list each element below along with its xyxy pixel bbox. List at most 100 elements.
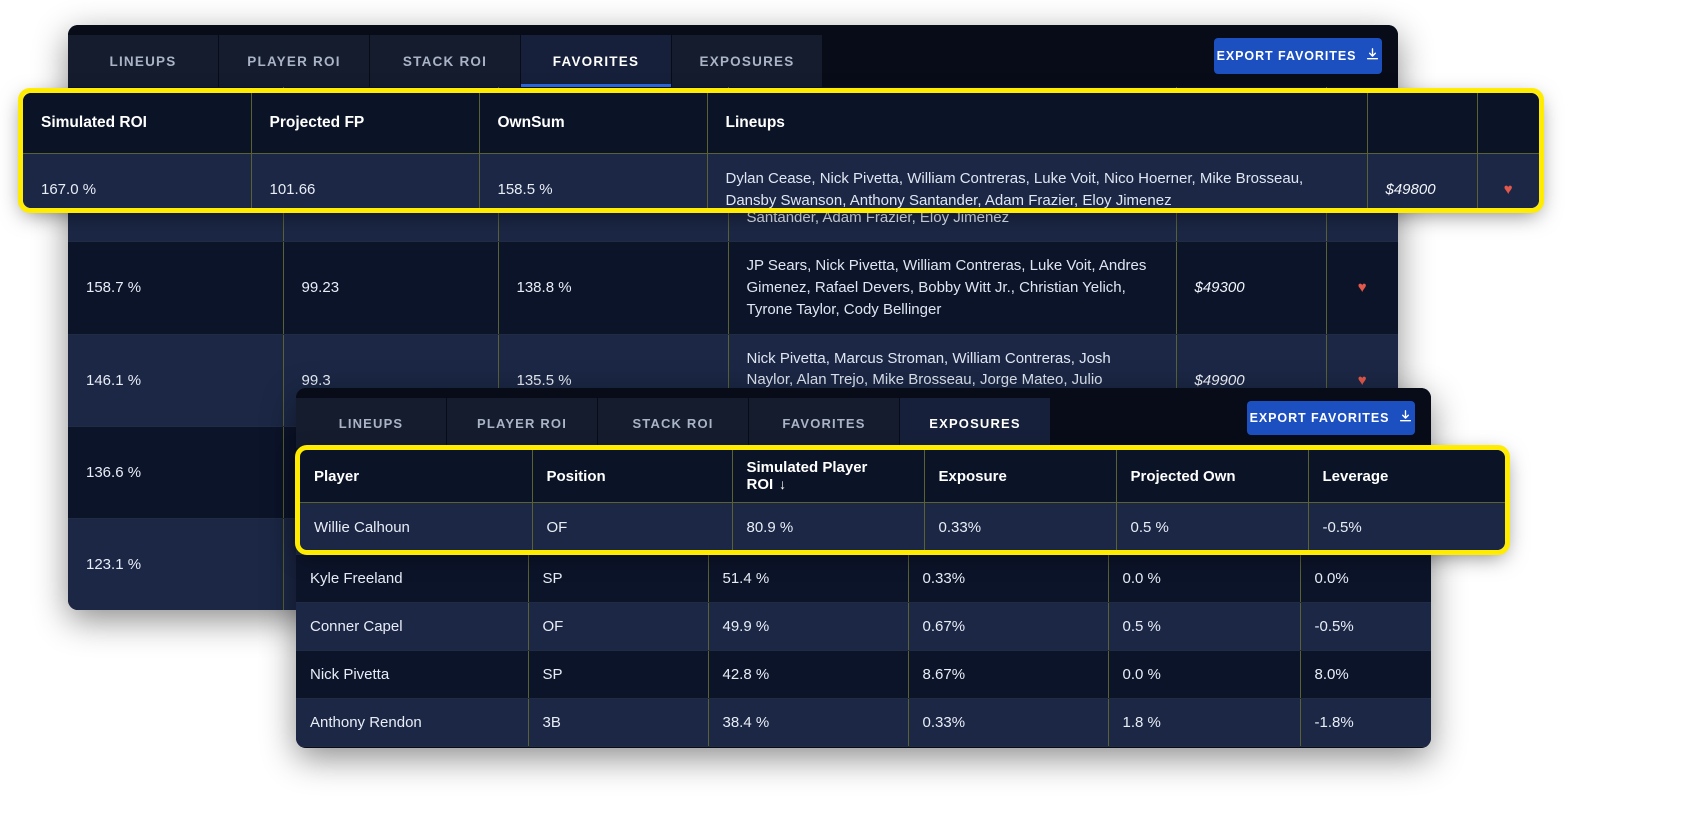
favorites-highlight-band: Simulated ROI Projected FP OwnSum Lineup…: [23, 93, 1539, 208]
cell-player: Willie Calhoun: [300, 502, 533, 550]
favorites-highlight-body: 167.0 % 101.66 158.5 % Dylan Cease, Nick…: [23, 153, 1539, 208]
column-header-ownsum[interactable]: OwnSum: [479, 93, 708, 154]
exposures-highlight-band: Player Position Simulated Player ROI ↓ Ex…: [300, 450, 1505, 550]
tab-label: LINEUPS: [109, 53, 177, 69]
exposures-header-row: Player Position Simulated Player ROI↓ Ex…: [300, 450, 1505, 503]
column-header-favorite: [1477, 93, 1539, 154]
column-header-lineups[interactable]: Lineups: [707, 93, 1368, 154]
cell-leverage: -1.8%: [1300, 698, 1431, 747]
cell-simulated-player-roi: 38.4 %: [708, 698, 909, 747]
tab-player-roi[interactable]: PLAYER ROI: [447, 398, 598, 448]
cell-player: Nick Pivetta: [296, 650, 529, 699]
exposures-tabbar: LINEUPS PLAYER ROI STACK ROI FAVORITES E…: [296, 388, 1431, 448]
cell-projected-own: 1.8 %: [1108, 698, 1301, 747]
cell-salary: $49800: [1367, 153, 1478, 208]
exposures-highlight-table: Player Position Simulated Player ROI ↓ Ex…: [300, 450, 1505, 550]
cell-position: OF: [532, 502, 733, 550]
cell-ownsum: 138.8 %: [498, 241, 729, 335]
cell-simulated-player-roi: 80.9 %: [732, 502, 925, 550]
cell-projected-fp: 99.23: [283, 241, 499, 335]
column-header-simulated-roi[interactable]: Simulated ROI: [23, 93, 252, 154]
cell-leverage: -0.5%: [1300, 602, 1431, 651]
cell-lineup: Dylan Cease, Nick Pivetta, William Contr…: [707, 153, 1368, 208]
column-header-player[interactable]: Player: [300, 450, 533, 503]
cell-exposure: 0.33%: [924, 502, 1117, 550]
cell-simulated-roi: 123.1 %: [68, 518, 284, 610]
column-header-exposure[interactable]: Exposure: [924, 450, 1117, 503]
cell-simulated-player-roi: 49.9 %: [708, 602, 909, 651]
cell-exposure: 0.33%: [908, 554, 1109, 603]
sort-descending-icon: ↓: [779, 476, 787, 492]
cell-position: OF: [528, 602, 709, 651]
download-icon: [1366, 48, 1379, 64]
cell-player: Kyle Freeland: [296, 554, 529, 603]
cell-exposure: 8.67%: [908, 650, 1109, 699]
cell-simulated-player-roi: 42.8 %: [708, 650, 909, 699]
favorite-heart-icon[interactable]: ♥: [1326, 241, 1398, 335]
exposures-highlight-body: Willie Calhoun OF 80.9 % 0.33% 0.5 % -0.…: [300, 502, 1505, 550]
column-header-projected-own[interactable]: Projected Own: [1116, 450, 1309, 503]
tab-stack-roi[interactable]: STACK ROI: [598, 398, 749, 448]
export-favorites-button[interactable]: EXPORT FAVORITES: [1214, 38, 1382, 74]
table-row[interactable]: Conner Capel OF 49.9 % 0.67% 0.5 % -0.5%: [296, 602, 1431, 651]
cell-leverage: -0.5%: [1308, 502, 1505, 550]
tab-label: PLAYER ROI: [247, 53, 341, 69]
download-icon: [1399, 410, 1412, 426]
export-favorites-button[interactable]: EXPORT FAVORITES: [1247, 401, 1415, 435]
favorite-heart-icon[interactable]: ♥: [1477, 153, 1539, 208]
cell-player: Conner Capel: [296, 602, 529, 651]
tab-label: EXPOSURES: [929, 415, 1021, 431]
table-row[interactable]: 167.0 % 101.66 158.5 % Dylan Cease, Nick…: [23, 153, 1539, 208]
cell-simulated-roi: 146.1 %: [68, 334, 284, 427]
export-favorites-label: EXPORT FAVORITES: [1249, 411, 1390, 425]
tab-label: FAVORITES: [552, 53, 640, 69]
cell-simulated-roi: 136.6 %: [68, 426, 284, 520]
cell-exposure: 0.33%: [908, 698, 1109, 747]
column-header-label: Simulated Player ROI: [746, 459, 868, 493]
cell-projected-fp: 101.66: [251, 153, 480, 208]
cell-lineup: JP Sears, Nick Pivetta, William Contrera…: [728, 241, 1177, 335]
cell-exposure: 0.67%: [908, 602, 1109, 651]
tab-lineups[interactable]: LINEUPS: [68, 35, 219, 87]
favorites-highlight-table: Simulated ROI Projected FP OwnSum Lineup…: [23, 93, 1539, 208]
tab-stack-roi[interactable]: STACK ROI: [370, 35, 521, 87]
table-row[interactable]: Nick Pivetta SP 42.8 % 8.67% 0.0 % 8.0%: [296, 650, 1431, 699]
cell-player: Anthony Rendon: [296, 698, 529, 747]
cell-simulated-player-roi: 51.4 %: [708, 554, 909, 603]
cell-ownsum: 158.5 %: [479, 153, 708, 208]
cell-position: 3B: [528, 698, 709, 747]
tab-favorites[interactable]: FAVORITES: [749, 398, 900, 448]
column-header-projected-fp[interactable]: Projected FP: [251, 93, 480, 154]
tab-lineups[interactable]: LINEUPS: [296, 398, 447, 448]
tab-label: STACK ROI: [402, 53, 488, 69]
tab-label: PLAYER ROI: [477, 415, 567, 431]
cell-projected-own: 0.5 %: [1116, 502, 1309, 550]
column-header-simulated-player-roi[interactable]: Simulated Player ROI↓: [732, 450, 925, 503]
cell-simulated-roi: 167.0 %: [23, 153, 252, 208]
cell-leverage: 8.0%: [1300, 650, 1431, 699]
cell-salary: $49300: [1176, 241, 1327, 335]
tab-label: FAVORITES: [782, 415, 866, 431]
column-header-leverage[interactable]: Leverage: [1308, 450, 1505, 503]
column-header-salary: [1367, 93, 1478, 154]
tab-favorites[interactable]: FAVORITES: [521, 35, 672, 87]
column-header-position[interactable]: Position: [532, 450, 733, 503]
favorites-header-row: Simulated ROI Projected FP OwnSum Lineup…: [23, 93, 1539, 154]
tab-label: EXPOSURES: [699, 53, 795, 69]
cell-simulated-roi: 158.7 %: [68, 241, 284, 335]
cell-projected-own: 0.0 %: [1108, 650, 1301, 699]
favorites-tabbar: LINEUPS PLAYER ROI STACK ROI FAVORITES E…: [68, 25, 1398, 87]
tab-exposures[interactable]: EXPOSURES: [900, 398, 1051, 448]
table-row[interactable]: Willie Calhoun OF 80.9 % 0.33% 0.5 % -0.…: [300, 502, 1505, 550]
tab-player-roi[interactable]: PLAYER ROI: [219, 35, 370, 87]
cell-projected-own: 0.5 %: [1108, 602, 1301, 651]
exposures-panel: LINEUPS PLAYER ROI STACK ROI FAVORITES E…: [296, 388, 1431, 748]
table-row[interactable]: Anthony Rendon 3B 38.4 % 0.33% 1.8 % -1.…: [296, 698, 1431, 747]
tab-label: STACK ROI: [632, 415, 714, 431]
cell-leverage: 0.0%: [1300, 554, 1431, 603]
tab-exposures[interactable]: EXPOSURES: [672, 35, 823, 87]
export-favorites-label: EXPORT FAVORITES: [1216, 49, 1357, 63]
table-row[interactable]: 158.7 % 99.23 138.8 % JP Sears, Nick Piv…: [68, 241, 1398, 335]
table-row[interactable]: Kyle Freeland SP 51.4 % 0.33% 0.0 % 0.0%: [296, 554, 1431, 603]
tab-label: LINEUPS: [338, 415, 404, 431]
